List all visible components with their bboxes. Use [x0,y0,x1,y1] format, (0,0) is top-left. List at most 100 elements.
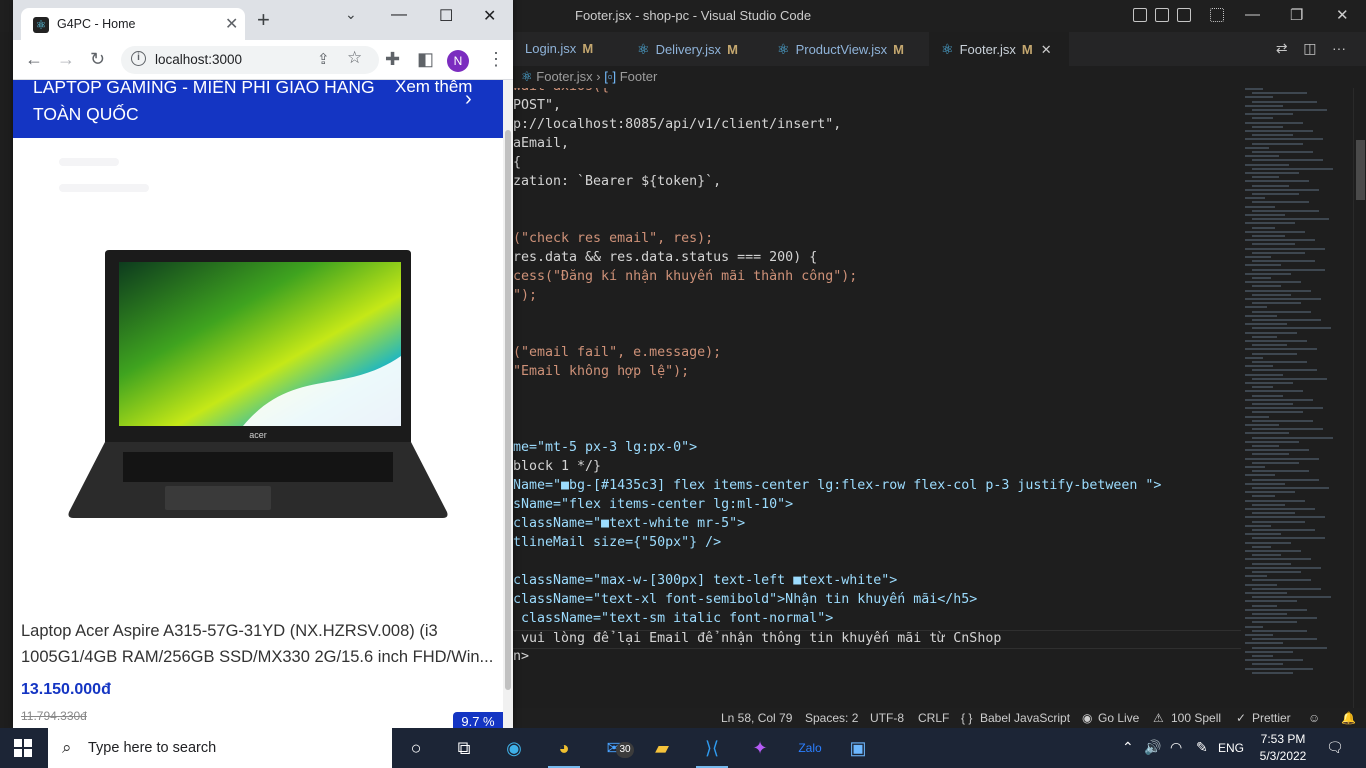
toggle-sidebar-icon[interactable] [1133,8,1147,22]
minimize-icon[interactable]: — [1245,6,1260,23]
minimap-row [1245,650,1293,653]
code-line[interactable]: "Email không hợp lệ"); [513,364,689,383]
tab-footer[interactable]: ⚛ Footer.jsx M ✕ [929,32,1069,66]
pen-icon[interactable]: ✎ [1196,739,1208,756]
side-panel-icon[interactable]: ◧ [417,49,434,69]
new-tab-icon[interactable]: + [257,9,270,31]
editor-scrollbar[interactable] [1353,88,1366,708]
code-line[interactable]: me="mt-5 px-3 lg:px-0"> [513,440,697,459]
maximize-icon[interactable]: ☐ [439,6,453,26]
go-live[interactable]: Go Live [1098,708,1139,728]
input-language[interactable]: ENG [1218,741,1244,755]
close-icon[interactable]: ✕ [483,6,496,26]
code-line[interactable]: sName="flex items-center lg:ml-10"> [513,497,793,516]
tab-close-icon[interactable]: ✕ [225,14,238,34]
zalo-icon[interactable]: Zalo [786,728,834,768]
edge-icon[interactable]: ◉ [490,728,538,768]
split-editor-icon[interactable]: ◫ [1303,40,1316,56]
promo-banner[interactable]: LAPTOP GAMING - MIỄN PHÍ GIAO HÀNG TOÀN … [13,80,503,138]
code-line[interactable]: ("email fail", e.message); [513,345,721,364]
windows-start-icon[interactable] [14,739,32,757]
code-line[interactable]: cess("Đăng kí nhận khuyến mãi thành công… [513,269,857,288]
task-view-icon[interactable]: ⧉ [440,728,488,768]
show-hidden-icons[interactable]: ⌃ [1122,739,1134,756]
tab-login[interactable]: Login.jsx M [513,32,623,66]
toggle-panel-icon[interactable] [1155,8,1169,22]
code-line[interactable]: className="max-w-[300px] text-left ■text… [513,573,897,592]
url-text[interactable]: localhost:3000 [155,52,242,67]
menu-kebab-icon[interactable]: ⋮ [487,49,505,69]
reload-icon[interactable]: ↻ [90,49,105,69]
customize-layout-icon[interactable] [1210,8,1224,22]
close-icon[interactable]: ✕ [1336,6,1349,24]
code-line[interactable]: vui lòng để lại Email để nhận thông tin … [513,630,1241,649]
encoding[interactable]: UTF-8 [870,708,904,728]
code-line[interactable]: aEmail, [513,136,569,155]
tab-search-icon[interactable]: ⌄ [345,6,357,23]
system-clock[interactable]: 7:53 PM 5/3/2022 [1250,731,1316,765]
code-line[interactable]: "); [513,288,537,307]
more-actions-icon[interactable]: ··· [1332,40,1346,56]
product-image[interactable]: acer [63,246,453,526]
forward-icon[interactable]: → [57,49,75,69]
extensions-icon[interactable]: ✚ [385,49,400,69]
share-icon[interactable]: ⇪ [317,50,330,68]
chevron-right-icon[interactable]: › [465,88,472,111]
breadcrumb-symbol[interactable]: Footer [620,69,658,84]
code-line[interactable]: wait axios({ [513,88,609,98]
wifi-icon[interactable]: ◠ [1170,739,1182,756]
bookmark-star-icon[interactable]: ☆ [347,48,362,68]
notification-center-icon[interactable]: 🗨 [1326,739,1344,756]
scrollbar-thumb[interactable] [1356,140,1365,200]
toggle-secondary-sidebar-icon[interactable] [1177,8,1191,22]
spell-check[interactable]: 100 Spell [1171,708,1221,728]
site-info-icon[interactable]: i [131,51,146,66]
photos-icon[interactable]: ▣ [834,728,882,768]
promo-more-link[interactable]: Xem thêm [395,80,472,99]
mail-icon[interactable]: ✉ 30 [590,728,638,768]
tab-close-icon[interactable]: ✕ [1041,42,1052,57]
code-editor[interactable]: wait axios({POST",p://localhost:8085/api… [513,88,1241,708]
code-line[interactable]: block 1 */} [513,459,601,478]
code-line[interactable]: { [513,155,521,174]
taskbar-search-box[interactable]: ⌕ Type here to search [48,728,392,768]
address-bar[interactable]: i localhost:3000 ⇪ ☆ [121,46,379,74]
language-mode[interactable]: Babel JavaScript [980,708,1070,728]
code-line[interactable]: POST", [513,98,561,117]
breadcrumb-file[interactable]: Footer.jsx [536,69,592,84]
end-of-line[interactable]: CRLF [918,708,949,728]
code-line[interactable]: className="text-xl font-semibold">Nhận t… [513,592,977,611]
indentation[interactable]: Spaces: 2 [805,708,858,728]
code-line[interactable]: p://localhost:8085/api/v1/client/insert"… [513,117,841,136]
scrollbar-thumb[interactable] [505,130,511,690]
code-line[interactable]: Name="■bg-[#1435c3] flex items-center lg… [513,478,1161,497]
code-line[interactable]: res.data && res.data.status === 200) { [513,250,817,269]
code-line[interactable]: zation: `Bearer ${token}`, [513,174,721,193]
vscode-icon[interactable]: ⟩⟨ [688,728,736,768]
code-line[interactable]: className="■text-white mr-5"> [513,516,745,535]
feedback-icon[interactable]: ☺ [1308,708,1320,728]
profile-avatar[interactable]: N [447,50,469,72]
restore-icon[interactable]: ❐ [1290,6,1303,24]
tab-delivery[interactable]: ⚛ Delivery.jsx M [625,32,761,66]
browser-tab[interactable]: ⚛ G4PC - Home ✕ [21,8,245,40]
messenger-icon[interactable]: ✦ [736,728,784,768]
code-line[interactable]: n> [513,649,529,668]
notifications-icon[interactable]: 🔔 [1341,708,1356,728]
minimize-icon[interactable]: — [391,6,407,24]
file-explorer-icon[interactable]: ▰ [638,728,686,768]
code-line[interactable]: ("check res email", res); [513,231,713,250]
tab-productview[interactable]: ⚛ ProductView.jsx M [765,32,927,66]
minimap[interactable] [1241,88,1353,678]
page-scrollbar[interactable] [503,80,513,728]
chrome-icon[interactable]: ◕ [540,728,588,768]
cortana-icon[interactable]: ○ [392,728,440,768]
code-line[interactable]: className="text-sm italic font-normal"> [513,611,833,630]
open-changes-icon[interactable]: ⇄ [1276,40,1288,56]
prettier[interactable]: Prettier [1252,708,1291,728]
volume-icon[interactable]: 🔊 [1144,739,1161,756]
product-name[interactable]: Laptop Acer Aspire A315-57G-31YD (NX.HZR… [21,618,495,670]
code-line[interactable]: tlineMail size={"50px"} /> [513,535,721,554]
cursor-position[interactable]: Ln 58, Col 79 [721,708,792,728]
back-icon[interactable]: ← [25,49,43,69]
